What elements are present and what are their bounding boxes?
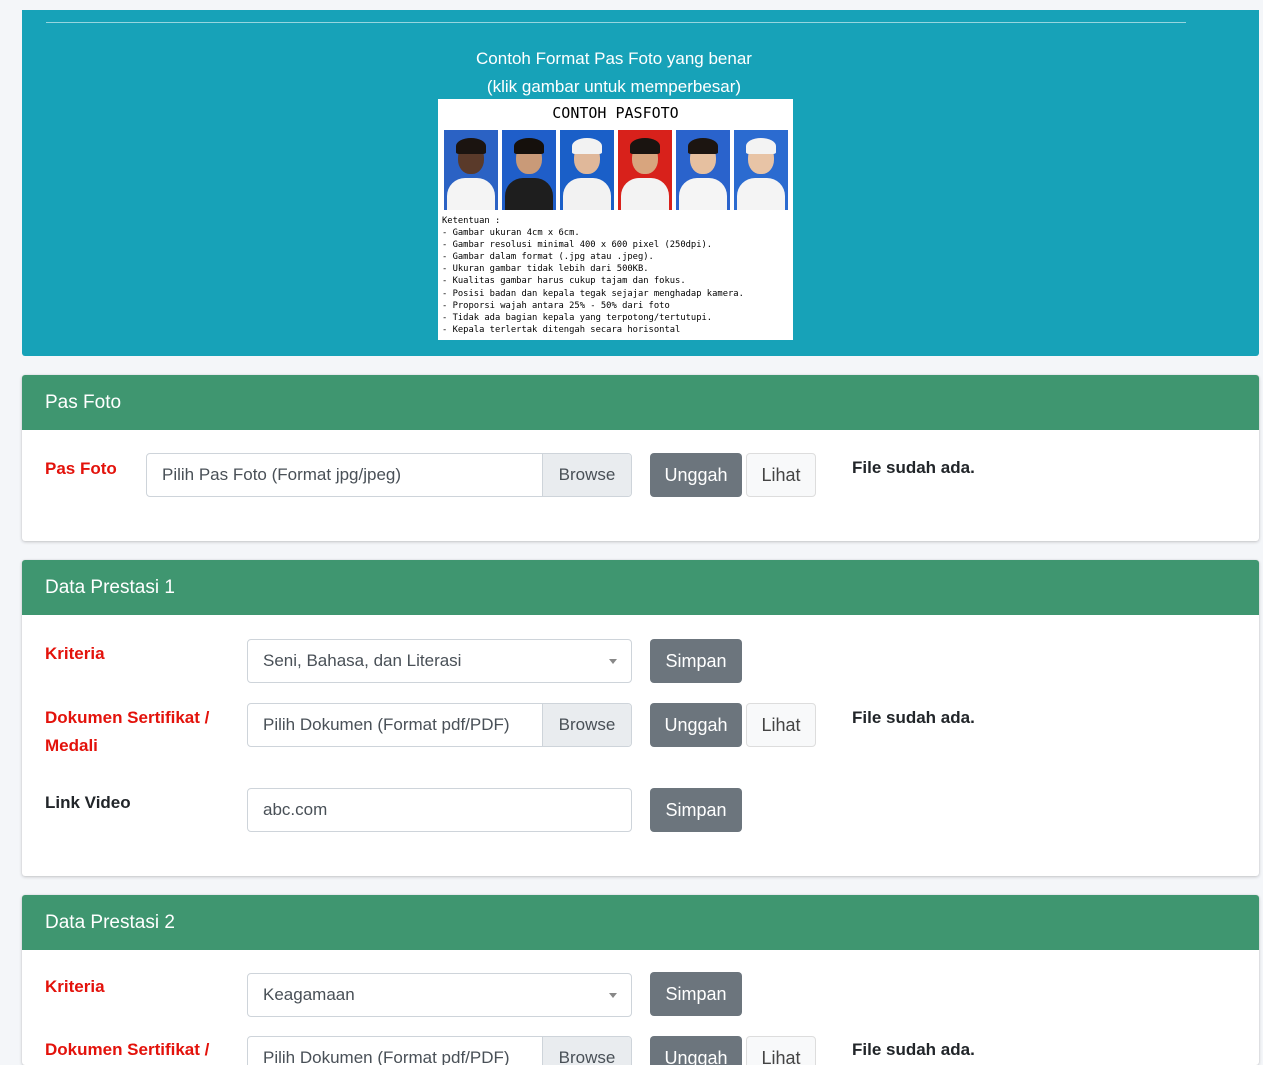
chevron-down-icon: [609, 993, 617, 998]
file-status: File sudah ada.: [852, 1040, 975, 1059]
rule-item: - Kualitas gambar harus cukup tajam dan …: [442, 276, 686, 287]
upload-button[interactable]: Unggah: [650, 1036, 742, 1065]
card-header-pas-foto: Pas Foto: [22, 375, 1259, 430]
pas-foto-file-input[interactable]: Pilih Pas Foto (Format jpg/jpeg) Browse: [146, 453, 632, 497]
dokumen-label-line-2: Medali: [45, 736, 98, 755]
rule-item: - Gambar dalam format (.jpg atau .jpeg).: [442, 252, 654, 263]
browse-button[interactable]: Browse: [542, 1037, 631, 1065]
example-photo: [618, 130, 672, 210]
browse-button[interactable]: Browse: [542, 454, 631, 496]
upload-button[interactable]: Unggah: [650, 453, 742, 497]
chevron-down-icon: [609, 659, 617, 664]
divider: [46, 22, 1186, 23]
view-button[interactable]: Lihat: [746, 1036, 816, 1065]
dokumen-label-line-1: Dokumen Sertifikat /: [45, 708, 210, 727]
dokumen-file-input[interactable]: Pilih Dokumen (Format pdf/PDF) Browse: [247, 1036, 632, 1065]
file-input-placeholder: Pilih Dokumen (Format pdf/PDF): [263, 715, 510, 734]
dokumen-file-input[interactable]: Pilih Dokumen (Format pdf/PDF) Browse: [247, 703, 632, 747]
caption-line-1: Contoh Format Pas Foto yang benar: [476, 49, 752, 68]
view-button[interactable]: Lihat: [746, 703, 816, 747]
rule-item: - Posisi badan dan kepala tegak sejajar …: [442, 288, 744, 299]
pas-foto-label: Pas Foto: [45, 459, 117, 478]
kriteria-label: Kriteria: [45, 644, 105, 663]
save-kriteria-button[interactable]: Simpan: [650, 972, 742, 1016]
example-photo: [560, 130, 614, 210]
example-photo: [734, 130, 788, 210]
dokumen-label: Dokumen Sertifikat / Medali: [45, 704, 209, 760]
file-input-placeholder: Pilih Dokumen (Format pdf/PDF): [263, 1048, 510, 1065]
link-video-label: Link Video: [45, 793, 131, 812]
prestasi-1-card: Data Prestasi 1 Kriteria Seni, Bahasa, d…: [22, 560, 1259, 876]
link-video-value: abc.com: [263, 800, 328, 819]
kriteria-label: Kriteria: [45, 977, 105, 996]
example-photo: [444, 130, 498, 210]
file-input-placeholder: Pilih Pas Foto (Format jpg/jpeg): [162, 465, 402, 484]
save-kriteria-button[interactable]: Simpan: [650, 639, 742, 683]
caption-line-2: (klik gambar untuk memperbesar): [486, 77, 742, 96]
upload-button[interactable]: Unggah: [650, 703, 742, 747]
file-status: File sudah ada.: [852, 458, 975, 477]
example-photo: [502, 130, 556, 210]
link-video-input[interactable]: abc.com: [247, 788, 632, 832]
card-header-prestasi-2: Data Prestasi 2: [22, 895, 1259, 950]
rule-item: - Gambar resolusi minimal 400 x 600 pixe…: [442, 240, 713, 251]
save-video-button[interactable]: Simpan: [650, 788, 742, 832]
pas-foto-card: Pas Foto Pas Foto Pilih Pas Foto (Format…: [22, 375, 1259, 541]
pasfoto-caption: Contoh Format Pas Foto yang benar (klik …: [22, 45, 1206, 101]
pasfoto-info-panel: Contoh Format Pas Foto yang benar (klik …: [22, 10, 1259, 356]
example-photo: [676, 130, 730, 210]
rule-item: - Proporsi wajah antara 25% - 50% dari f…: [442, 300, 670, 311]
browse-button[interactable]: Browse: [542, 704, 631, 746]
pasfoto-example-title: CONTOH PASFOTO: [552, 104, 679, 122]
dokumen-label: Dokumen Sertifikat /: [45, 1040, 210, 1059]
rule-item: - Kepala terlertak ditengah secara horis…: [442, 324, 681, 335]
kriteria-selected-value: Seni, Bahasa, dan Literasi: [263, 651, 462, 670]
rule-item: - Tidak ada bagian kepala yang terpotong…: [442, 312, 713, 323]
pasfoto-example-image[interactable]: CONTOH PASFOTO Ketentuan : - Gambar ukura…: [438, 99, 793, 340]
rule-item: Ketentuan :: [442, 216, 501, 226]
kriteria-select[interactable]: Seni, Bahasa, dan Literasi: [247, 639, 632, 683]
file-status: File sudah ada.: [852, 708, 975, 727]
view-button[interactable]: Lihat: [746, 453, 816, 497]
kriteria-selected-value: Keagamaan: [263, 985, 355, 1004]
rule-item: - Gambar ukuran 4cm x 6cm.: [442, 228, 580, 239]
rule-item: - Ukuran gambar tidak lebih dari 500KB.: [442, 264, 649, 275]
kriteria-select[interactable]: Keagamaan: [247, 973, 632, 1017]
pasfoto-rules: Ketentuan :- Gambar ukuran 4cm x 6cm. - G…: [442, 215, 744, 336]
card-header-prestasi-1: Data Prestasi 1: [22, 560, 1259, 615]
prestasi-2-card: Data Prestasi 2 Kriteria Keagamaan Simpa…: [22, 895, 1259, 1065]
